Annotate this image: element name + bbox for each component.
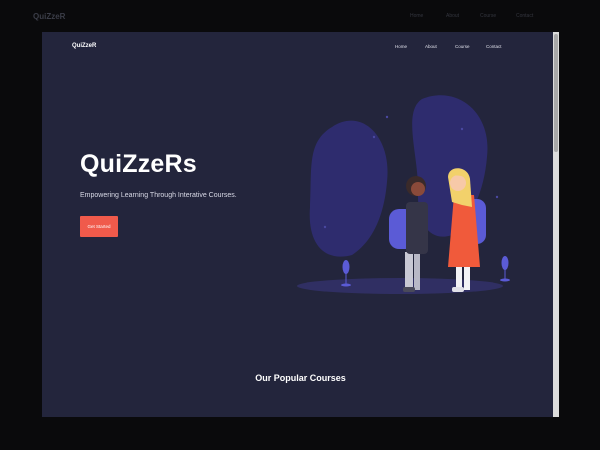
nav-link-contact[interactable]: Contact — [486, 44, 502, 49]
background-nav-contact: Contact — [516, 13, 534, 19]
background-logo: QuiZzeR — [33, 12, 66, 21]
background-nav-course: Course — [480, 13, 497, 19]
nav-link-course[interactable]: Course — [455, 44, 470, 49]
site-logo[interactable]: QuiZzeR — [72, 43, 96, 49]
scrollbar-thumb[interactable] — [554, 34, 558, 152]
nav-link-home[interactable]: Home — [395, 44, 407, 49]
popular-courses-heading: Our Popular Courses — [255, 373, 346, 383]
background-nav-home: Home — [410, 13, 424, 19]
page-frame: QuiZzeR Home About Course Contact QuiZze… — [42, 32, 559, 417]
hero-subtitle: Empowering Learning Through Interative C… — [80, 192, 237, 199]
get-started-button[interactable]: Get Started — [80, 216, 118, 237]
nav-link-about[interactable]: About — [425, 44, 437, 49]
background-nav-about: About — [446, 13, 460, 19]
students-illustration — [297, 95, 510, 294]
hero-title: QuiZzeRs — [80, 150, 197, 178]
